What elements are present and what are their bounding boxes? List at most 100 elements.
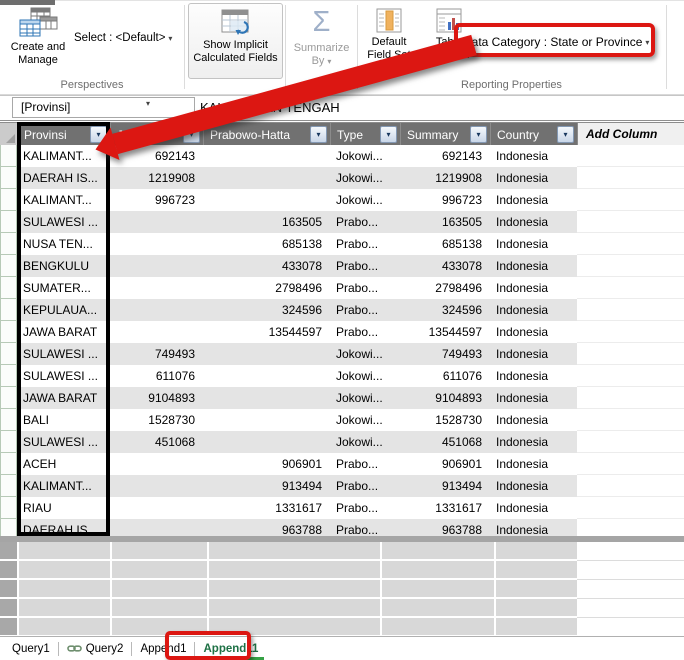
calc-cell[interactable]: [19, 580, 110, 597]
calc-cell[interactable]: [19, 618, 110, 635]
table-cell[interactable]: Indonesia: [490, 299, 577, 321]
table-cell[interactable]: Indonesia: [490, 211, 577, 233]
calc-row-header[interactable]: [0, 561, 17, 578]
table-cell[interactable]: 1219908: [110, 167, 203, 189]
filter-dropdown-icon[interactable]: ▾: [380, 126, 397, 143]
calc-row-header[interactable]: [0, 599, 17, 616]
select-all-corner-cell[interactable]: [0, 123, 18, 146]
add-column-cell[interactable]: [577, 453, 684, 475]
calc-cell[interactable]: [112, 580, 207, 597]
table-cell[interactable]: Jokowi...: [330, 189, 400, 211]
calc-cell[interactable]: [496, 618, 577, 635]
table-cell[interactable]: 9104893: [400, 387, 490, 409]
table-cell[interactable]: 685138: [400, 233, 490, 255]
column-header-country[interactable]: Country▾: [491, 123, 578, 146]
table-cell[interactable]: Prabo...: [330, 519, 400, 536]
add-column-cell[interactable]: [577, 233, 684, 255]
tab-query1[interactable]: Query1: [6, 639, 56, 659]
create-and-manage-button[interactable]: Create and Manage: [6, 7, 70, 67]
table-cell[interactable]: 913494: [400, 475, 490, 497]
calc-cell[interactable]: [496, 561, 577, 578]
table-cell[interactable]: 906901: [400, 453, 490, 475]
add-column-cell[interactable]: [577, 519, 684, 536]
name-box-dropdown-icon[interactable]: ▾: [146, 99, 150, 108]
add-column-cell[interactable]: [577, 409, 684, 431]
table-cell[interactable]: Indonesia: [490, 475, 577, 497]
table-cell[interactable]: KALIMANT...: [17, 189, 110, 211]
table-cell[interactable]: [203, 387, 330, 409]
table-cell[interactable]: Prabo...: [330, 277, 400, 299]
filter-dropdown-icon[interactable]: ▾: [557, 126, 574, 143]
table-cell[interactable]: 906901: [203, 453, 330, 475]
calc-cell[interactable]: [112, 542, 207, 559]
row-selector[interactable]: [0, 233, 17, 255]
table-cell[interactable]: DAERAH IS...: [17, 167, 110, 189]
calc-cell[interactable]: [209, 599, 380, 616]
table-cell[interactable]: 611076: [400, 365, 490, 387]
table-cell[interactable]: Jokowi...: [330, 409, 400, 431]
calc-cell[interactable]: [382, 599, 494, 616]
calc-cell[interactable]: [112, 599, 207, 616]
table-cell[interactable]: 692143: [400, 145, 490, 167]
add-column-cell[interactable]: [577, 321, 684, 343]
table-cell[interactable]: 996723: [400, 189, 490, 211]
table-cell[interactable]: KALIMANT...: [17, 145, 110, 167]
row-selector[interactable]: [0, 321, 17, 343]
name-box[interactable]: [Provinsi]: [12, 97, 195, 118]
table-cell[interactable]: [203, 167, 330, 189]
table-cell[interactable]: Prabo...: [330, 255, 400, 277]
table-cell[interactable]: 1331617: [203, 497, 330, 519]
table-cell[interactable]: [203, 365, 330, 387]
add-column-cell[interactable]: [577, 475, 684, 497]
table-cell[interactable]: KEPULAUA...: [17, 299, 110, 321]
table-cell[interactable]: JAWA BARAT: [17, 321, 110, 343]
table-cell[interactable]: [110, 475, 203, 497]
table-cell[interactable]: BENGKULU: [17, 255, 110, 277]
add-column-cell[interactable]: [577, 387, 684, 409]
row-selector[interactable]: [0, 255, 17, 277]
calc-cell[interactable]: [209, 542, 380, 559]
table-cell[interactable]: SULAWESI ...: [17, 431, 110, 453]
table-cell[interactable]: [110, 299, 203, 321]
table-cell[interactable]: [110, 519, 203, 536]
calc-row-header[interactable]: [0, 580, 17, 597]
table-cell[interactable]: 324596: [400, 299, 490, 321]
column-header-type[interactable]: Type▾: [331, 123, 401, 146]
row-selector[interactable]: [0, 343, 17, 365]
table-cell[interactable]: 1528730: [400, 409, 490, 431]
table-cell[interactable]: 433078: [400, 255, 490, 277]
table-cell[interactable]: KALIMANT...: [17, 475, 110, 497]
calc-cell[interactable]: [19, 561, 110, 578]
table-cell[interactable]: [203, 145, 330, 167]
row-selector[interactable]: [0, 475, 17, 497]
add-column-cell[interactable]: [577, 365, 684, 387]
table-cell[interactable]: [203, 189, 330, 211]
add-column-header[interactable]: Add Column: [578, 123, 684, 145]
calc-cell[interactable]: [19, 599, 110, 616]
add-column-cell[interactable]: [577, 431, 684, 453]
table-cell[interactable]: [203, 409, 330, 431]
table-cell[interactable]: NUSA TEN...: [17, 233, 110, 255]
calc-cell[interactable]: [496, 599, 577, 616]
row-selector[interactable]: [0, 145, 17, 167]
table-cell[interactable]: [203, 343, 330, 365]
table-cell[interactable]: 963788: [400, 519, 490, 536]
table-cell[interactable]: 685138: [203, 233, 330, 255]
table-cell[interactable]: BALI: [17, 409, 110, 431]
table-cell[interactable]: Jokowi...: [330, 431, 400, 453]
table-cell[interactable]: Indonesia: [490, 343, 577, 365]
table-cell[interactable]: Prabo...: [330, 497, 400, 519]
table-cell[interactable]: 163505: [400, 211, 490, 233]
table-cell[interactable]: Indonesia: [490, 167, 577, 189]
tab-query2[interactable]: Query2: [61, 639, 130, 659]
table-cell[interactable]: Indonesia: [490, 453, 577, 475]
row-selector[interactable]: [0, 387, 17, 409]
add-column-cell[interactable]: [577, 343, 684, 365]
add-column-cell[interactable]: [577, 277, 684, 299]
row-selector[interactable]: [0, 409, 17, 431]
table-cell[interactable]: 451068: [110, 431, 203, 453]
calc-cell[interactable]: [496, 542, 577, 559]
table-cell[interactable]: 2798496: [203, 277, 330, 299]
table-cell[interactable]: Indonesia: [490, 189, 577, 211]
select-perspective-dropdown[interactable]: Select : <Default>▾: [74, 32, 172, 44]
